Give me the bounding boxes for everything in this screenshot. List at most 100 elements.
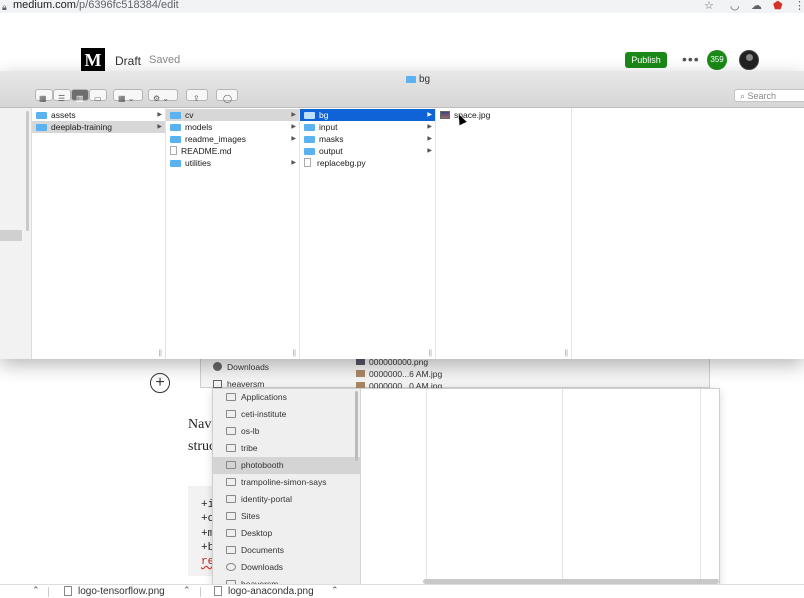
downloads-bar: ⌃ logo-tensorflow.png ⌃ logo-anaconda.pn… xyxy=(0,584,804,598)
saved-status: Saved xyxy=(149,54,181,66)
divider xyxy=(48,587,49,597)
sidebar-item-tribe[interactable]: tribe xyxy=(213,440,360,457)
item-label: output xyxy=(319,146,343,156)
download-item[interactable]: logo-anaconda.png xyxy=(214,586,314,597)
chevron-up-icon[interactable]: ⌃ xyxy=(32,585,40,596)
share-button[interactable]: ⇪ xyxy=(186,89,208,103)
search-icon: ⌕ xyxy=(740,91,748,101)
file-icon xyxy=(226,427,236,435)
sidebar-item-downloads[interactable]: Downloads xyxy=(213,559,360,576)
download-item[interactable]: logo-tensorflow.png xyxy=(64,586,165,597)
list-item[interactable]: replacebg.py xyxy=(300,157,435,169)
list-item[interactable]: deeplab-training ▶ xyxy=(32,121,165,133)
more-options-icon[interactable]: ••• xyxy=(682,52,700,66)
sidebar-item-sites[interactable]: Sites xyxy=(213,508,360,525)
finder-column: bg ▶ input ▶ masks ▶ output ▶ replacebg.py |… xyxy=(300,108,436,359)
sidebar-item-ceti-institute[interactable]: ceti-institute xyxy=(213,406,360,423)
folder-icon xyxy=(36,112,47,119)
pocket-icon[interactable]: ◡ xyxy=(730,0,740,13)
list-item[interactable]: input ▶ xyxy=(300,121,435,133)
folder-icon xyxy=(36,124,47,131)
file-item[interactable]: 0000000...6 AM.jpg xyxy=(356,369,442,379)
sidebar-selected-item[interactable] xyxy=(0,230,22,241)
star-icon[interactable]: ☆ xyxy=(704,0,714,13)
item-label: cv xyxy=(185,110,194,120)
item-label: readme_images xyxy=(185,134,246,144)
list-view-icon: ☰ xyxy=(58,94,66,103)
list-view-button[interactable]: ☰ xyxy=(53,89,71,103)
column-resize-handle[interactable]: || xyxy=(158,350,162,357)
list-item[interactable]: cv ▶ xyxy=(166,109,299,121)
sidebar-item-identity-portal[interactable]: identity-portal xyxy=(213,491,360,508)
shield-icon[interactable]: ⬟ xyxy=(773,0,783,13)
icon-view-button[interactable]: ▦ xyxy=(35,89,53,103)
image-file-icon xyxy=(440,111,450,119)
notifications-badge[interactable]: 359 xyxy=(707,50,727,70)
item-label: bg xyxy=(319,110,329,120)
gallery-view-button[interactable]: ▭ xyxy=(89,89,107,103)
lock-icon: 🔒︎ xyxy=(2,2,7,12)
sidebar-item-label: Sites xyxy=(241,511,260,521)
finder-sidebar: Applications ceti-institute os-lb tribe … xyxy=(213,389,361,589)
documents-icon xyxy=(226,546,236,554)
sidebar-item-label: ceti-institute xyxy=(241,409,287,419)
folder-icon xyxy=(304,136,315,143)
column-resize-handle[interactable]: || xyxy=(428,350,432,357)
tag-icon: ◯ xyxy=(223,94,232,103)
finder-toolbar: bg ▦ ☰ ▥ ▭ ▦ ⌄ ⚙ ⌄ ⇪ ◯ ⌕ Search xyxy=(0,71,804,108)
group-button[interactable]: ▦ ⌄ xyxy=(113,89,143,103)
chevron-right-icon: ▶ xyxy=(291,112,296,118)
sidebar-item-applications[interactable]: Applications xyxy=(213,389,360,406)
list-item[interactable]: readme_images ▶ xyxy=(166,133,299,145)
chevron-right-icon: ▶ xyxy=(427,148,432,154)
sidebar-item-documents[interactable]: Documents xyxy=(213,542,360,559)
folder-icon xyxy=(170,160,181,167)
sidebar-item-downloads[interactable]: Downloads xyxy=(213,362,269,372)
finder-column xyxy=(572,108,804,359)
list-item[interactable]: output ▶ xyxy=(300,145,435,157)
sidebar-scrollbar[interactable] xyxy=(355,391,358,461)
list-item[interactable]: models ▶ xyxy=(166,121,299,133)
publish-button[interactable]: Publish xyxy=(625,52,667,68)
sidebar-item-os-lb[interactable]: os-lb xyxy=(213,423,360,440)
share-icon: ⇪ xyxy=(193,94,200,103)
search-input[interactable]: ⌕ Search xyxy=(734,89,804,102)
list-item[interactable]: utilities ▶ xyxy=(166,157,299,169)
column-resize-handle[interactable]: || xyxy=(564,350,568,357)
column-view-button[interactable]: ▥ xyxy=(71,89,89,103)
item-label: masks xyxy=(319,134,344,144)
chevron-up-icon[interactable]: ⌃ xyxy=(183,585,191,596)
cloud-icon[interactable]: ☁ xyxy=(751,0,762,13)
sidebar-scrollbar[interactable] xyxy=(26,111,29,231)
add-content-button[interactable]: + xyxy=(150,373,170,393)
finder-column: assets ▶ deeplab-training ▶ || xyxy=(32,108,166,359)
column-resize-handle[interactable]: || xyxy=(292,350,296,357)
sidebar-item-trampoline-simon-says[interactable]: trampoline-simon-says xyxy=(213,474,360,491)
url-path: /p/6396fc518384/edit xyxy=(75,0,179,11)
menu-icon[interactable]: ⋮ xyxy=(794,0,804,13)
chevron-right-icon: ▶ xyxy=(157,112,162,118)
image-file-icon xyxy=(356,370,365,377)
item-label: utilities xyxy=(185,158,211,168)
folder-icon xyxy=(226,495,236,503)
list-item[interactable]: README.md xyxy=(166,145,299,157)
avatar[interactable] xyxy=(739,50,759,70)
group-icon: ▦ ⌄ xyxy=(118,94,135,103)
item-label: deeplab-training xyxy=(51,122,112,132)
list-item[interactable]: assets ▶ xyxy=(32,109,165,121)
finder-column xyxy=(427,389,563,587)
image-file-icon xyxy=(64,586,72,596)
url-text[interactable]: medium.com/p/6396fc518384/edit xyxy=(13,0,179,11)
list-item[interactable]: masks ▶ xyxy=(300,133,435,145)
chevron-up-icon[interactable]: ⌃ xyxy=(331,585,339,596)
sidebar-item-label: os-lb xyxy=(241,426,260,436)
sidebar-item-label: trampoline-simon-says xyxy=(241,477,327,487)
action-button[interactable]: ⚙ ⌄ xyxy=(148,89,178,103)
medium-logo[interactable]: M xyxy=(81,48,105,72)
tag-button[interactable]: ◯ xyxy=(216,89,238,103)
list-item[interactable]: bg ▶ xyxy=(300,109,435,121)
sidebar-item-desktop[interactable]: Desktop xyxy=(213,525,360,542)
sidebar-item-photobooth[interactable]: photobooth xyxy=(213,457,360,474)
address-bar[interactable]: 🔒︎ medium.com/p/6396fc518384/edit ☆ ◡ ☁ … xyxy=(0,0,804,13)
finder-sidebar xyxy=(0,108,32,359)
